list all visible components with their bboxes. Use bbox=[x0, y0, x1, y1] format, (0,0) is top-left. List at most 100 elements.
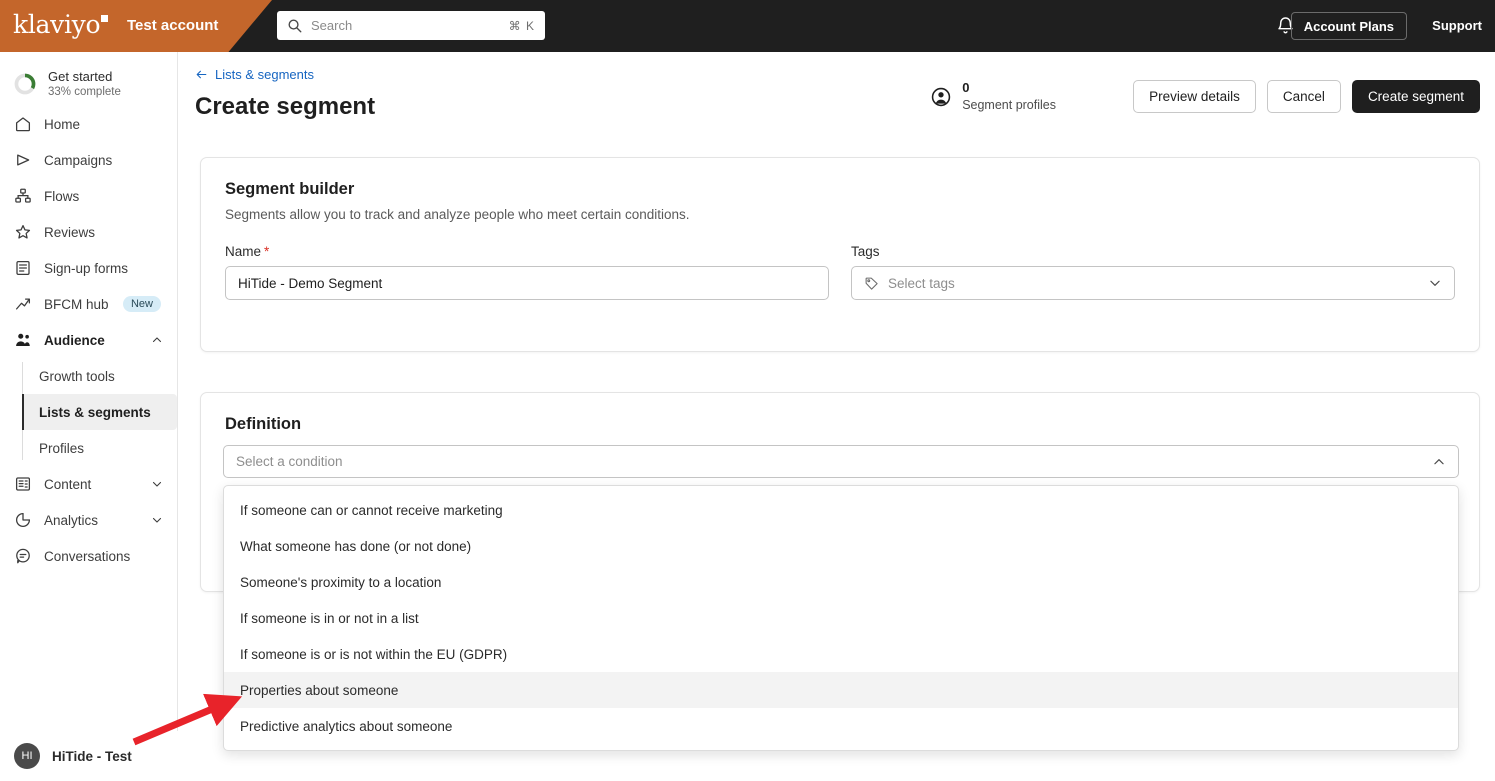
preview-details-label: Preview details bbox=[1149, 89, 1240, 104]
condition-option-label: If someone is in or not in a list bbox=[240, 611, 419, 626]
tags-select[interactable]: Select tags bbox=[851, 266, 1455, 300]
sidebar-item-label: Sign-up forms bbox=[44, 261, 163, 276]
progress-ring-icon bbox=[14, 73, 36, 95]
search-shortcut-hint: ⌘ K bbox=[509, 19, 535, 33]
arrow-left-icon bbox=[195, 68, 208, 81]
person-circle-icon bbox=[930, 86, 952, 108]
chevron-up-icon[interactable] bbox=[1432, 455, 1446, 469]
condition-select-trigger[interactable]: Select a condition bbox=[223, 445, 1459, 478]
sidebar-item-label: Content bbox=[44, 477, 151, 492]
definition-title: Definition bbox=[225, 415, 301, 434]
condition-option-label: If someone can or cannot receive marketi… bbox=[240, 503, 503, 518]
sidebar: Get started 33% complete Home Campaigns bbox=[0, 52, 178, 781]
sidebar-subitem-label: Profiles bbox=[39, 441, 84, 456]
sidebar-get-started[interactable]: Get started 33% complete bbox=[0, 62, 177, 106]
condition-option-label: Properties about someone bbox=[240, 683, 398, 698]
name-field-group: Name* HiTide - Demo Segment bbox=[225, 244, 829, 300]
star-icon bbox=[14, 223, 32, 241]
audience-subnav: Growth tools Lists & segments Profiles bbox=[0, 358, 177, 466]
condition-option-label: Someone's proximity to a location bbox=[240, 575, 441, 590]
global-search-input[interactable]: Search ⌘ K bbox=[277, 11, 545, 40]
top-navigation-bar: klaviyo Test account Search ⌘ K Account … bbox=[0, 0, 1495, 52]
create-segment-button[interactable]: Create segment bbox=[1352, 80, 1480, 113]
tags-field-group: Tags Select tags bbox=[851, 244, 1455, 300]
app-root: klaviyo Test account Search ⌘ K Account … bbox=[0, 0, 1495, 781]
segment-name-value: HiTide - Demo Segment bbox=[238, 276, 382, 291]
tag-icon bbox=[864, 276, 879, 291]
sidebar-item-bfcm-hub[interactable]: BFCM hub New bbox=[0, 286, 177, 322]
sidebar-item-label: Conversations bbox=[44, 549, 163, 564]
get-started-title: Get started bbox=[48, 69, 121, 85]
sidebar-item-lists-and-segments[interactable]: Lists & segments bbox=[22, 394, 177, 430]
condition-option[interactable]: If someone can or cannot receive marketi… bbox=[224, 492, 1458, 528]
sidebar-item-label: Home bbox=[44, 117, 163, 132]
new-badge: New bbox=[123, 296, 161, 312]
condition-option[interactable]: If someone is in or not in a list bbox=[224, 600, 1458, 636]
sidebar-item-home[interactable]: Home bbox=[0, 106, 177, 142]
condition-option[interactable]: Someone's proximity to a location bbox=[224, 564, 1458, 600]
sidebar-item-growth-tools[interactable]: Growth tools bbox=[24, 358, 177, 394]
klaviyo-logo[interactable]: klaviyo bbox=[13, 12, 108, 37]
logo-text: klaviyo bbox=[13, 10, 100, 39]
segment-builder-description: Segments allow you to track and analyze … bbox=[225, 207, 1455, 222]
sidebar-subitem-label: Growth tools bbox=[39, 369, 115, 384]
create-segment-label: Create segment bbox=[1368, 89, 1464, 104]
breadcrumb-label: Lists & segments bbox=[215, 67, 314, 82]
sidebar-item-label: Campaigns bbox=[44, 153, 163, 168]
chevron-down-icon[interactable] bbox=[1428, 276, 1442, 290]
condition-option-label: What someone has done (or not done) bbox=[240, 539, 471, 554]
sidebar-item-content[interactable]: Content bbox=[0, 466, 177, 502]
account-plans-button[interactable]: Account Plans bbox=[1291, 12, 1407, 40]
page-title: Create segment bbox=[195, 93, 375, 121]
segment-profiles-label: Segment profiles bbox=[962, 97, 1056, 113]
sidebar-item-label: Analytics bbox=[44, 513, 151, 528]
get-started-text: Get started 33% complete bbox=[48, 69, 121, 100]
cancel-label: Cancel bbox=[1283, 89, 1325, 104]
sidebar-item-signup-forms[interactable]: Sign-up forms bbox=[0, 250, 177, 286]
sidebar-item-conversations[interactable]: Conversations bbox=[0, 538, 177, 574]
support-label: Support bbox=[1432, 18, 1482, 33]
sidebar-subitem-label: Lists & segments bbox=[39, 405, 151, 420]
analytics-icon bbox=[14, 511, 32, 529]
main-content: Lists & segments Create segment 0 Segmen… bbox=[178, 52, 1495, 781]
search-placeholder: Search bbox=[311, 18, 509, 33]
condition-option[interactable]: What someone has done (or not done) bbox=[224, 528, 1458, 564]
tags-field-label: Tags bbox=[851, 244, 1455, 259]
cancel-button[interactable]: Cancel bbox=[1267, 80, 1341, 113]
tags-placeholder: Select tags bbox=[888, 276, 955, 291]
condition-option-label: Predictive analytics about someone bbox=[240, 719, 452, 734]
segment-builder-card: Segment builder Segments allow you to tr… bbox=[200, 157, 1480, 352]
trend-up-icon bbox=[14, 295, 32, 313]
sidebar-item-label: Flows bbox=[44, 189, 163, 204]
condition-options-dropdown: If someone can or cannot receive marketi… bbox=[223, 485, 1459, 751]
segment-profiles-stat: 0 Segment profiles bbox=[930, 80, 1056, 113]
sidebar-item-audience[interactable]: Audience bbox=[0, 322, 177, 358]
sidebar-item-campaigns[interactable]: Campaigns bbox=[0, 142, 177, 178]
segment-builder-title: Segment builder bbox=[225, 180, 1455, 199]
content-icon bbox=[14, 475, 32, 493]
condition-option[interactable]: Predictive analytics about someone bbox=[224, 708, 1458, 744]
chevron-up-icon bbox=[151, 334, 163, 346]
get-started-progress-label: 33% complete bbox=[48, 85, 121, 99]
sidebar-item-profiles[interactable]: Profiles bbox=[24, 430, 177, 466]
sidebar-item-reviews[interactable]: Reviews bbox=[0, 214, 177, 250]
segment-name-input[interactable]: HiTide - Demo Segment bbox=[225, 266, 829, 300]
megaphone-icon bbox=[14, 151, 32, 169]
preview-details-button[interactable]: Preview details bbox=[1133, 80, 1256, 113]
sidebar-item-label: Audience bbox=[44, 333, 151, 348]
chevron-down-icon bbox=[151, 478, 163, 490]
form-icon bbox=[14, 259, 32, 277]
user-account-row[interactable]: HI HiTide - Test bbox=[0, 731, 178, 781]
breadcrumb[interactable]: Lists & segments bbox=[195, 67, 314, 82]
segment-profiles-count: 0 bbox=[962, 80, 1056, 97]
sidebar-item-flows[interactable]: Flows bbox=[0, 178, 177, 214]
support-link[interactable]: Support bbox=[1432, 18, 1482, 33]
flows-icon bbox=[14, 187, 32, 205]
audience-icon bbox=[14, 331, 32, 349]
condition-option-label: If someone is or is not within the EU (G… bbox=[240, 647, 507, 662]
condition-option[interactable]: If someone is or is not within the EU (G… bbox=[224, 636, 1458, 672]
sidebar-item-analytics[interactable]: Analytics bbox=[0, 502, 177, 538]
condition-option-properties-about-someone[interactable]: Properties about someone bbox=[224, 672, 1458, 708]
avatar: HI bbox=[14, 743, 40, 769]
avatar-initials: HI bbox=[22, 750, 33, 762]
